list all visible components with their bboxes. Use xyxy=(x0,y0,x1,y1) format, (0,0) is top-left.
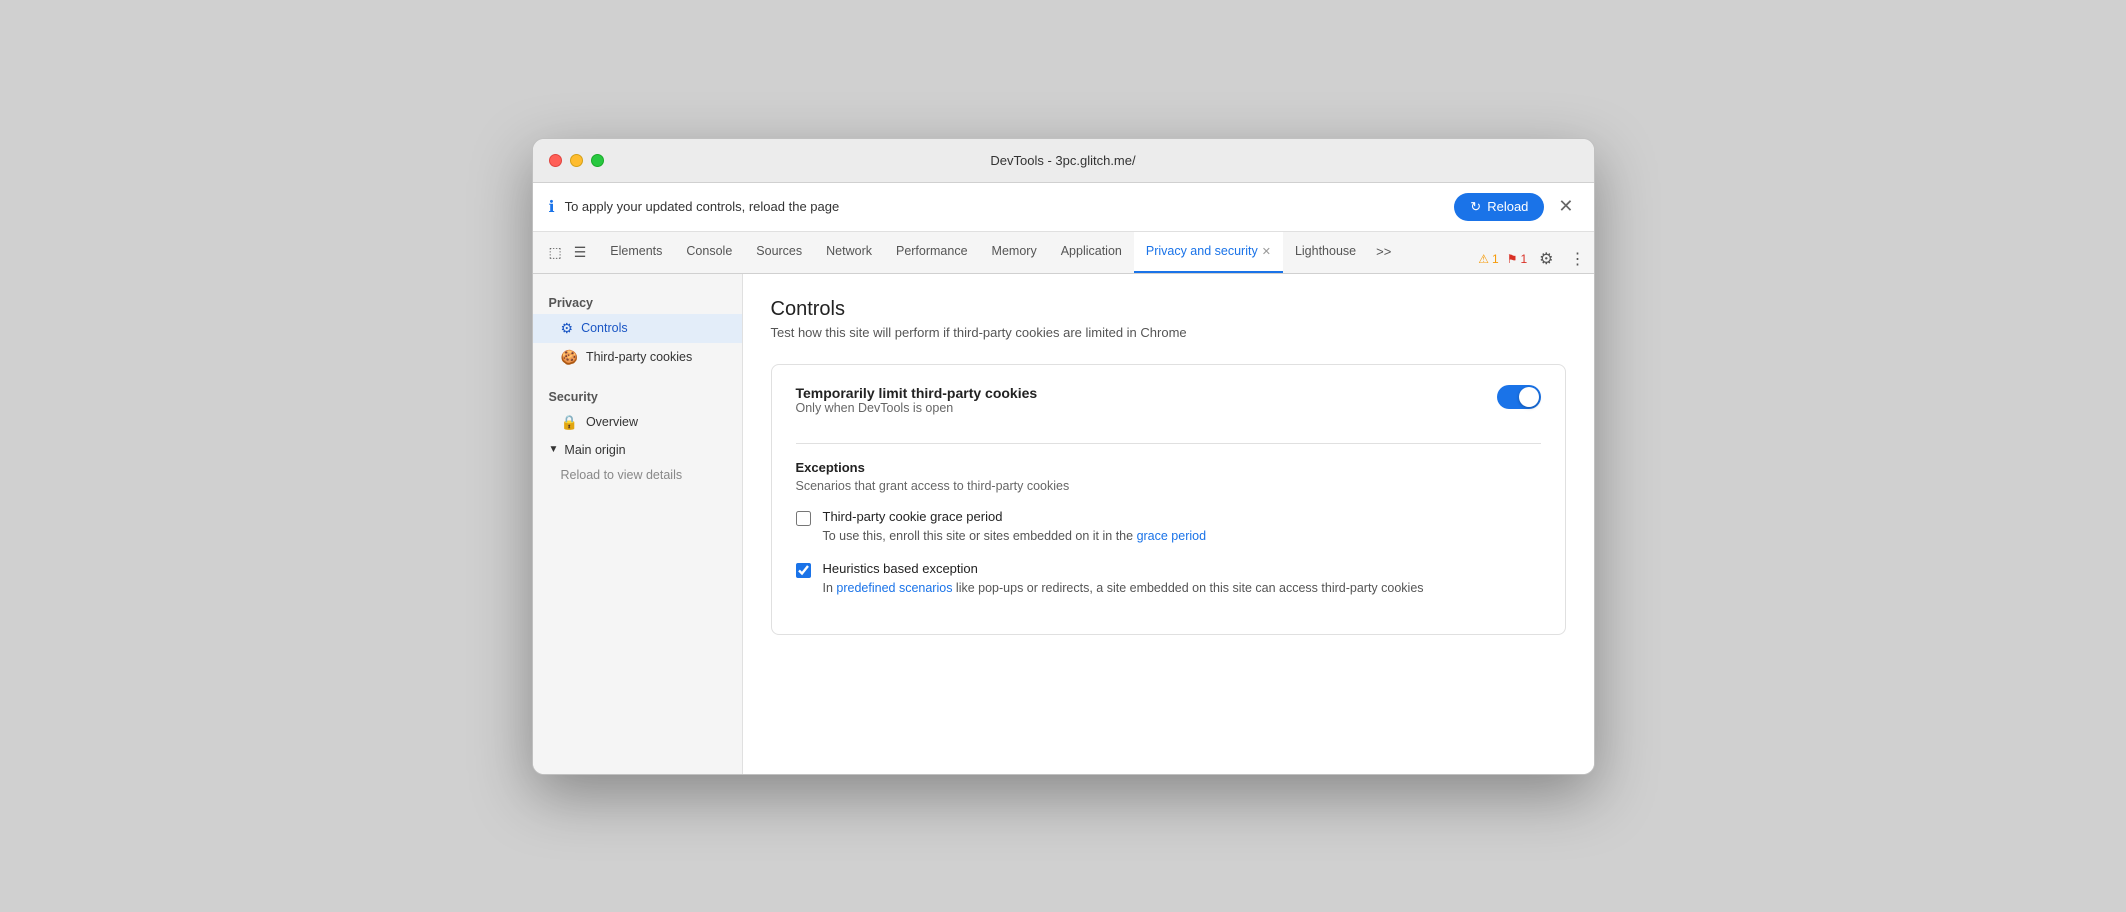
grace-period-link[interactable]: grace period xyxy=(1137,529,1207,543)
cookie-icon: 🍪 xyxy=(561,349,578,366)
heuristics-checkbox[interactable] xyxy=(796,563,811,578)
tab-privacy-and-security[interactable]: Privacy and security ✕ xyxy=(1134,232,1283,273)
privacy-section-label: Privacy xyxy=(533,290,742,314)
minimize-button[interactable] xyxy=(570,154,583,167)
limit-cookies-toggle[interactable] xyxy=(1497,385,1541,409)
page-subtitle: Test how this site will perform if third… xyxy=(771,325,1566,340)
heuristics-desc: In predefined scenarios like pop-ups or … xyxy=(823,579,1424,598)
tab-console[interactable]: Console xyxy=(674,232,744,273)
sidebar: Privacy ⚙ Controls 🍪 Third-party cookies… xyxy=(533,274,743,774)
close-button[interactable] xyxy=(549,154,562,167)
grace-period-checkbox[interactable] xyxy=(796,511,811,526)
sidebar-item-third-party-cookies[interactable]: 🍪 Third-party cookies xyxy=(533,343,742,372)
exception-item-grace-period: Third-party cookie grace period To use t… xyxy=(796,509,1541,546)
chevron-down-icon: ▼ xyxy=(549,444,559,455)
tab-elements[interactable]: Elements xyxy=(598,232,674,273)
heuristics-title: Heuristics based exception xyxy=(823,561,1424,576)
lock-icon: 🔒 xyxy=(561,414,578,431)
grace-period-desc: To use this, enroll this site or sites e… xyxy=(823,527,1207,546)
window-title: DevTools - 3pc.glitch.me/ xyxy=(990,153,1135,168)
select-element-button[interactable]: ⬚ xyxy=(545,240,566,265)
more-options-button[interactable]: ⋮ xyxy=(1566,245,1590,273)
card-header: Temporarily limit third-party cookies On… xyxy=(796,385,1541,435)
grace-period-title: Third-party cookie grace period xyxy=(823,509,1207,524)
devtools-window: DevTools - 3pc.glitch.me/ ℹ To apply you… xyxy=(532,138,1595,775)
tab-more-button[interactable]: >> xyxy=(1368,232,1399,273)
sidebar-item-controls[interactable]: ⚙ Controls xyxy=(533,314,742,343)
gear-icon: ⚙ xyxy=(561,320,574,337)
card-subtitle: Only when DevTools is open xyxy=(796,401,1038,415)
tab-memory[interactable]: Memory xyxy=(980,232,1049,273)
warning-icon: ⚠ xyxy=(1478,252,1489,266)
titlebar: DevTools - 3pc.glitch.me/ xyxy=(533,139,1594,183)
tab-application[interactable]: Application xyxy=(1049,232,1134,273)
exception-item-heuristics: Heuristics based exception In predefined… xyxy=(796,561,1541,598)
page-title: Controls xyxy=(771,298,1566,321)
tab-close-icon[interactable]: ✕ xyxy=(1262,245,1271,258)
reload-button[interactable]: ↻ Reload xyxy=(1454,193,1544,221)
tab-sources[interactable]: Sources xyxy=(744,232,814,273)
flag-icon: ⚑ xyxy=(1507,252,1518,266)
info-icon: ℹ xyxy=(549,197,555,217)
grace-period-text: Third-party cookie grace period To use t… xyxy=(823,509,1207,546)
settings-button[interactable]: ⚙ xyxy=(1535,245,1557,273)
traffic-lights xyxy=(549,154,604,167)
exceptions-title: Exceptions xyxy=(796,460,1541,475)
tab-right-actions: ⚠ 1 ⚑ 1 ⚙ ⋮ xyxy=(1478,245,1589,273)
tab-network[interactable]: Network xyxy=(814,232,884,273)
divider xyxy=(796,443,1541,444)
notification-close-button[interactable]: ✕ xyxy=(1554,196,1577,217)
error-badge[interactable]: ⚑ 1 xyxy=(1507,252,1527,266)
content-area: Controls Test how this site will perform… xyxy=(743,274,1594,774)
grace-period-checkbox-wrapper[interactable] xyxy=(796,511,811,531)
heuristics-text: Heuristics based exception In predefined… xyxy=(823,561,1424,598)
card-title: Temporarily limit third-party cookies xyxy=(796,385,1038,401)
cookie-limit-card: Temporarily limit third-party cookies On… xyxy=(771,364,1566,636)
notification-bar: ℹ To apply your updated controls, reload… xyxy=(533,183,1594,232)
maximize-button[interactable] xyxy=(591,154,604,167)
main-layout: Privacy ⚙ Controls 🍪 Third-party cookies… xyxy=(533,274,1594,774)
tab-icon-group: ⬚ ☰ xyxy=(537,232,599,273)
tabbar: ⬚ ☰ Elements Console Sources Network Per… xyxy=(533,232,1594,274)
sidebar-item-reload-details: Reload to view details xyxy=(533,463,742,487)
sidebar-item-main-origin[interactable]: ▼ Main origin xyxy=(533,437,742,463)
sidebar-item-overview[interactable]: 🔒 Overview xyxy=(533,408,742,437)
notification-text: To apply your updated controls, reload t… xyxy=(565,199,1445,214)
tab-performance[interactable]: Performance xyxy=(884,232,980,273)
predefined-scenarios-link[interactable]: predefined scenarios xyxy=(836,581,952,595)
heuristics-checkbox-wrapper[interactable] xyxy=(796,563,811,583)
tab-lighthouse[interactable]: Lighthouse xyxy=(1283,232,1368,273)
exceptions-subtitle: Scenarios that grant access to third-par… xyxy=(796,479,1541,493)
card-title-group: Temporarily limit third-party cookies On… xyxy=(796,385,1038,435)
device-toolbar-button[interactable]: ☰ xyxy=(570,240,591,265)
reload-icon: ↻ xyxy=(1470,199,1481,215)
warning-badge[interactable]: ⚠ 1 xyxy=(1478,252,1498,266)
security-section-label: Security xyxy=(533,384,742,408)
